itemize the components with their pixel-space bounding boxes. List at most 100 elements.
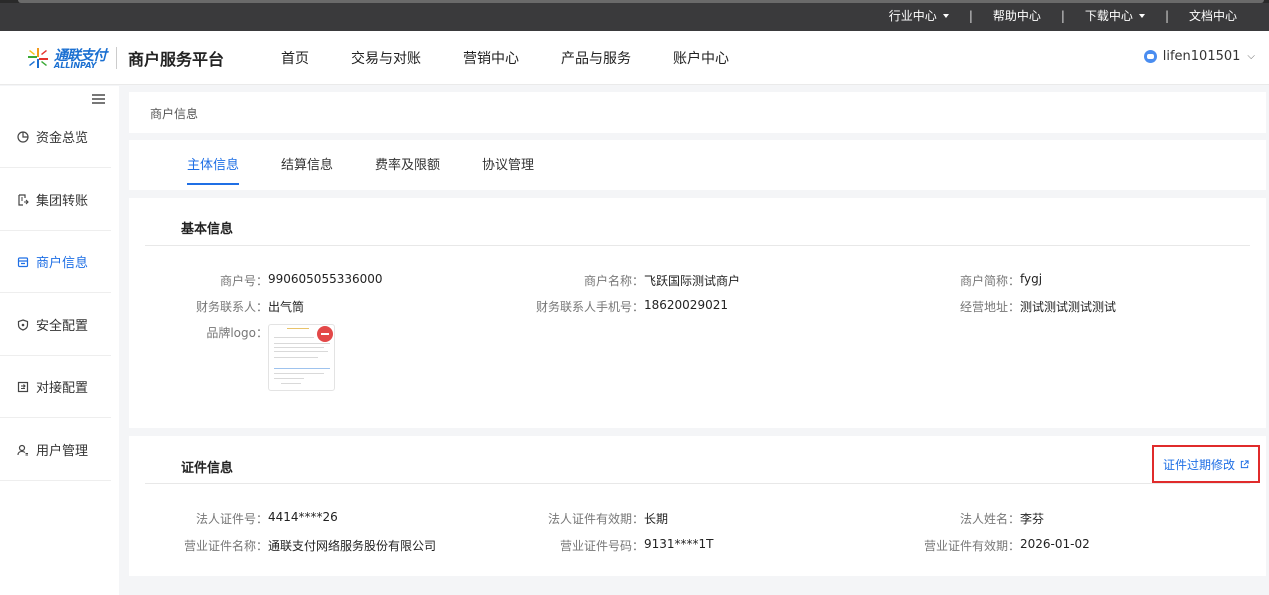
field-value: 4414****26 [268,510,338,524]
field-value: fygj [1020,272,1043,286]
field-label: 法人证件号 [196,510,268,527]
sidebar: 资金总览 集团转账 商户信息 安全配置 对接配置 用户管理 [0,86,119,595]
separator: | [1060,8,1065,23]
cert-expiry-edit-link[interactable]: 证件过期修改 [1152,445,1260,483]
field-value: 出气筒 [268,300,305,314]
field-label: 商户号 [220,272,268,289]
field-merchant-short-name: 商户简称 fygj [960,272,1043,288]
field-label: 营业证件名称 [184,537,268,554]
field-legal-name: 法人姓名 李芬 [960,510,1045,527]
top-link-help[interactable]: 帮助中心 [993,7,1041,24]
sidebar-item-users[interactable]: 用户管理 [0,419,111,481]
basic-info-panel: 基本信息 商户号 990605055336000 商户名称 飞跃国际测试商户 商… [129,198,1266,428]
platform-title: 商户服务平台 [128,50,225,69]
breadcrumb: 商户信息 [150,107,199,121]
field-merchant-no: 商户号 990605055336000 [220,272,383,288]
breadcrumb-bar: 商户信息 [129,92,1266,133]
user-icon [17,444,28,456]
separator: | [1164,8,1169,23]
pie-chart-icon [17,130,29,143]
top-link-industry[interactable]: 行业中心 [889,7,949,24]
sidebar-item-label: 对接配置 [36,381,89,396]
username: lifen101501 [1162,49,1241,64]
separator: | [968,8,973,23]
connect-icon [17,381,29,392]
caret-down-icon [942,13,949,18]
field-label: 品牌logo [206,324,268,341]
tab-settlement-info[interactable]: 结算信息 [281,140,333,190]
field-value: 长期 [644,512,669,526]
tab-rates-limits[interactable]: 费率及限额 [375,140,440,190]
top-link-docs[interactable]: 文档中心 [1189,7,1237,24]
tabs: 主体信息 结算信息 费率及限额 协议管理 [187,140,576,190]
section-title: 证件信息 [181,461,234,476]
logo-mark-icon [28,48,48,68]
certificate-info-panel: 证件信息 证件过期修改 法人证件号 4414****26 法人证件有效期 长期 … [129,436,1266,576]
tab-agreements[interactable]: 协议管理 [482,140,534,190]
field-finance-contact: 财务联系人 出气筒 [196,298,305,315]
nav-home[interactable]: 首页 [281,48,309,68]
top-link-download[interactable]: 下载中心 [1085,7,1145,24]
field-value: 飞跃国际测试商户 [644,274,741,288]
field-value: 18620029021 [644,298,728,312]
sidebar-item-label: 集团转账 [36,194,89,209]
field-business-license-name: 营业证件名称 通联支付网络服务股份有限公司 [184,537,437,554]
user-menu[interactable]: lifen101501 ⌵ [1143,49,1255,64]
field-value: 测试测试测试测试 [1020,300,1117,314]
field-label: 营业证件有效期 [924,537,1020,554]
field-legal-id-validity: 法人证件有效期 长期 [548,510,669,527]
field-merchant-name: 商户名称 飞跃国际测试商户 [584,272,741,289]
tab-entity-info[interactable]: 主体信息 [187,140,240,190]
field-label: 营业证件号码 [560,537,644,554]
caret-down-icon [1138,13,1145,18]
allinpay-logo[interactable]: 通联支付 ALLINPAY [26,44,107,72]
divider [145,245,1250,246]
field-label: 商户简称 [960,272,1020,289]
top-links: 行业中心 | 帮助中心 | 下载中心 | 文档中心 [889,0,1237,31]
remove-logo-button[interactable] [317,326,333,342]
shield-icon [17,318,29,331]
sidebar-item-group-transfer[interactable]: 集团转账 [0,169,111,231]
transfer-doc-icon [18,193,29,206]
sidebar-item-integration[interactable]: 对接配置 [0,356,111,418]
sidebar-item-label: 安全配置 [36,319,89,334]
sidebar-item-label: 商户信息 [36,256,89,271]
chevron-down-icon: ⌵ [1247,51,1255,62]
field-label: 商户名称 [584,272,644,289]
nav-transactions[interactable]: 交易与对账 [351,48,421,68]
field-finance-phone: 财务联系人手机号 18620029021 [536,298,728,314]
header: 通联支付 ALLINPAY 商户服务平台 首页 交易与对账 营销中心 产品与服务… [0,31,1269,85]
field-business-address: 经营地址 测试测试测试测试 [960,298,1117,315]
store-icon [17,256,29,267]
field-value: 9131****1T [644,537,714,551]
field-label: 经营地址 [960,298,1020,315]
field-label: 法人姓名 [960,510,1020,527]
link-label: 证件过期修改 [1162,457,1235,472]
field-business-license-no: 营业证件号码 9131****1T [560,537,714,553]
header-divider [116,47,117,69]
nav-accounts[interactable]: 账户中心 [673,48,729,68]
sidebar-item-label: 用户管理 [36,444,89,459]
top-bar: 行业中心 | 帮助中心 | 下载中心 | 文档中心 [0,0,1269,31]
main-nav: 首页 交易与对账 营销中心 产品与服务 账户中心 [281,31,771,85]
sidebar-item-fund-overview[interactable]: 资金总览 [0,106,111,168]
logo-text-en: ALLINPAY [54,61,97,70]
field-value: 通联支付网络服务股份有限公司 [268,539,437,553]
field-label: 财务联系人 [196,298,268,315]
menu-toggle-icon[interactable] [92,94,105,104]
field-legal-id-no: 法人证件号 4414****26 [196,510,338,526]
field-value: 2026-01-02 [1020,537,1090,551]
sidebar-item-merchant-info[interactable]: 商户信息 [0,231,111,293]
sidebar-item-security[interactable]: 安全配置 [0,294,111,356]
sidebar-item-label: 资金总览 [36,131,89,146]
section-title: 基本信息 [181,222,234,237]
avatar-icon [1143,50,1157,63]
tab-bar: 主体信息 结算信息 费率及限额 协议管理 [129,140,1266,190]
field-label: 财务联系人手机号 [536,298,644,315]
nav-products[interactable]: 产品与服务 [561,48,631,68]
nav-marketing[interactable]: 营销中心 [463,48,519,68]
field-label: 法人证件有效期 [548,510,644,527]
divider [145,483,1250,484]
field-business-license-validity: 营业证件有效期 2026-01-02 [924,537,1090,553]
field-value: 李芬 [1020,512,1045,526]
